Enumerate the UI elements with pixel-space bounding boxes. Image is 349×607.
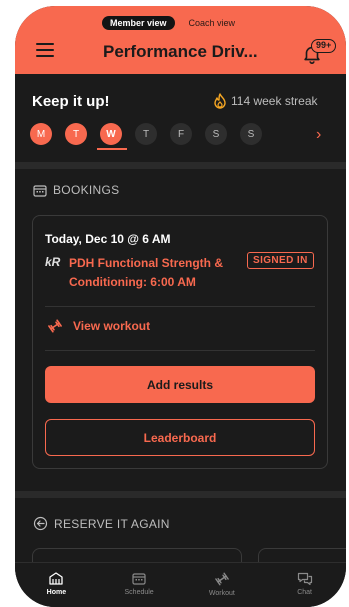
notification-count-badge: 99+: [311, 39, 337, 53]
tab-home-label: Home: [46, 589, 67, 596]
weekday-tracker: M T W T F S S: [30, 123, 275, 145]
day-tuesday[interactable]: T: [65, 123, 87, 145]
status-badge: SIGNED IN: [247, 252, 314, 269]
view-toggle[interactable]: Member view Coach view: [102, 16, 243, 30]
calendar-icon: [33, 184, 47, 197]
leaderboard-button[interactable]: Leaderboard: [45, 419, 315, 456]
add-results-button[interactable]: Add results: [45, 366, 315, 403]
member-view-tab[interactable]: Member view: [102, 16, 175, 30]
booking-date: Today, Dec 10 @ 6 AM: [45, 232, 171, 246]
bottom-tab-bar: Home Schedule Workout Chat: [15, 562, 346, 607]
day-monday[interactable]: M: [30, 123, 52, 145]
hamburger-menu-icon[interactable]: [36, 43, 54, 57]
view-workout-label: View workout: [73, 319, 151, 333]
day-friday[interactable]: F: [170, 123, 192, 145]
card-divider: [45, 306, 315, 307]
app-header: Member view Coach view Performance Driv.…: [15, 6, 346, 74]
day-saturday[interactable]: S: [205, 123, 227, 145]
tab-chat-label: Chat: [297, 589, 313, 596]
page-title: Performance Driv...: [103, 42, 258, 61]
tab-schedule[interactable]: Schedule: [98, 563, 181, 607]
bookings-header: BOOKINGS: [33, 183, 119, 197]
gym-logo: kR: [45, 255, 61, 269]
reserve-header: RESERVE IT AGAIN: [33, 516, 170, 531]
calendar-icon: [132, 573, 146, 585]
day-sunday[interactable]: S: [240, 123, 262, 145]
home-icon: [49, 572, 64, 585]
section-divider: [15, 162, 346, 169]
view-workout-link[interactable]: View workout: [47, 319, 150, 333]
day-thursday[interactable]: T: [135, 123, 157, 145]
return-arrow-icon: [33, 516, 48, 531]
flame-icon: [214, 93, 226, 109]
class-name-link[interactable]: PDH Functional Strength & Conditioning: …: [69, 254, 239, 292]
streak-message: Keep it up!: [32, 93, 110, 110]
section-divider: [15, 491, 346, 498]
tab-workout-label: Workout: [208, 590, 235, 597]
streak-panel: Keep it up! 114 week streak M T W T F S …: [15, 74, 346, 162]
dumbbell-icon: [48, 319, 62, 333]
dumbbell-icon: [215, 572, 229, 586]
card-divider: [45, 350, 315, 351]
tab-workout[interactable]: Workout: [181, 563, 264, 607]
chevron-right-icon[interactable]: ›: [316, 126, 321, 144]
app-screen: Member view Coach view Performance Driv.…: [15, 6, 346, 607]
notifications-button[interactable]: 99+: [301, 39, 341, 65]
bookings-title: BOOKINGS: [53, 183, 120, 197]
tab-home[interactable]: Home: [15, 563, 98, 607]
day-wednesday[interactable]: W: [100, 123, 122, 145]
today-indicator: [97, 148, 127, 150]
week-streak-text: 114 week streak: [231, 94, 318, 108]
booking-card: Today, Dec 10 @ 6 AM kR PDH Functional S…: [32, 215, 328, 469]
reserve-title: RESERVE IT AGAIN: [54, 516, 170, 531]
tab-schedule-label: Schedule: [124, 589, 154, 596]
coach-view-tab[interactable]: Coach view: [181, 16, 244, 30]
chat-icon: [297, 572, 312, 585]
tab-chat[interactable]: Chat: [263, 563, 346, 607]
week-streak: 114 week streak: [213, 93, 318, 109]
